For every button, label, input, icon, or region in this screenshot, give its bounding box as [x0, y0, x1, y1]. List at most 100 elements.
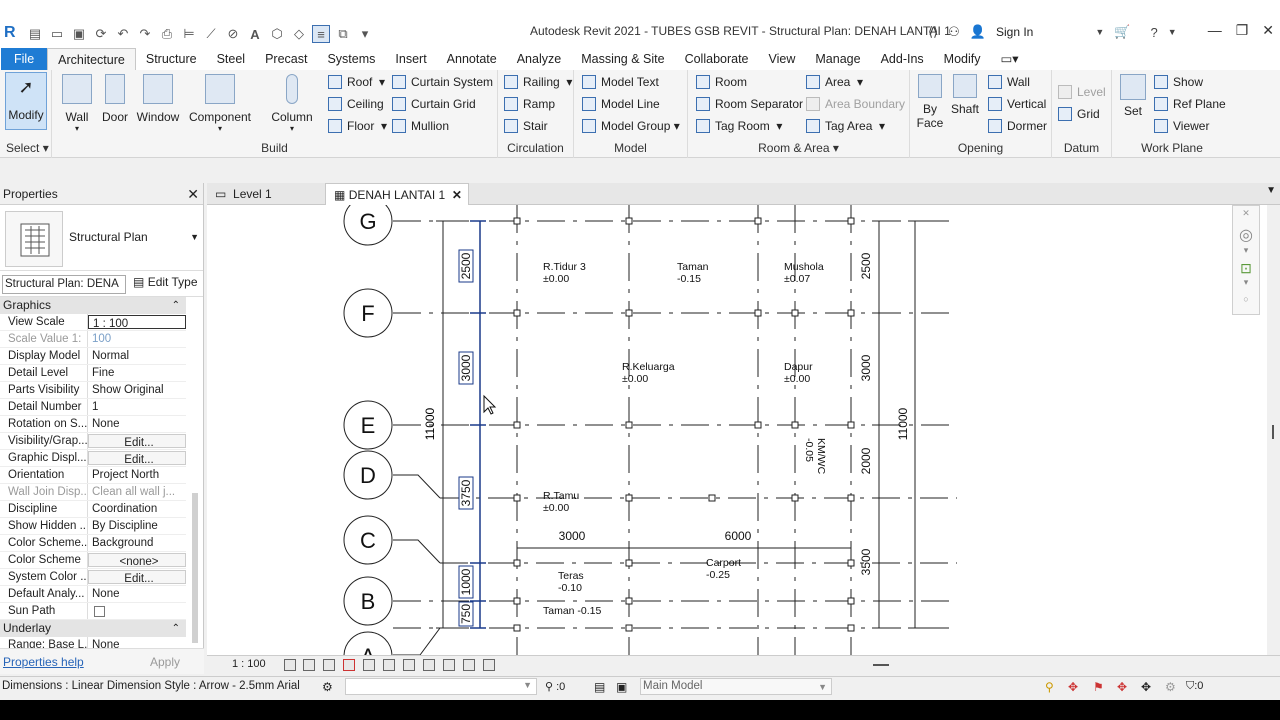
- apply-button[interactable]: Apply: [150, 655, 180, 669]
- tab-denah-lantai-1[interactable]: ▦ DENAH LANTAI 1 ✕: [325, 183, 469, 205]
- prop-row-orientation[interactable]: Orientation Project North: [0, 467, 186, 484]
- measure-icon[interactable]: ⊨: [180, 25, 198, 43]
- by-face-button[interactable]: By Face: [914, 74, 946, 130]
- open-icon[interactable]: ▭: [48, 25, 66, 43]
- editable-only-icon[interactable]: ▤: [594, 680, 607, 694]
- tab-file[interactable]: File: [1, 48, 48, 70]
- ramp-button[interactable]: Ramp: [504, 94, 555, 114]
- sign-in-dropdown-icon[interactable]: ▼: [1095, 27, 1104, 37]
- instance-filter-select[interactable]: Structural Plan: DENA: [2, 275, 126, 294]
- worksets-icon[interactable]: ⚙: [322, 680, 335, 694]
- collapse-icon[interactable]: ⌃: [172, 620, 180, 637]
- prop-row-show-hidden[interactable]: Show Hidden ... By Discipline: [0, 518, 186, 535]
- prop-row-detail-level[interactable]: Detail Level Fine: [0, 365, 186, 382]
- modify-button[interactable]: ➚ Modify: [5, 72, 47, 130]
- section-icon[interactable]: ◇: [290, 25, 308, 43]
- zoom-region-icon[interactable]: ⊡: [1233, 260, 1259, 277]
- mullion-button[interactable]: Mullion: [392, 116, 449, 136]
- select-pinned-icon[interactable]: ⚑: [1093, 680, 1106, 694]
- room-area-panel-label[interactable]: Room & Area ▾: [688, 141, 909, 155]
- shaft-button[interactable]: Shaft: [948, 74, 982, 116]
- close-window-icon[interactable]: ✕: [1262, 22, 1274, 39]
- text-icon[interactable]: A: [246, 25, 264, 43]
- ribbon-options-icon[interactable]: ▭▾: [991, 48, 1029, 70]
- component-button[interactable]: Component ▾: [188, 74, 252, 133]
- reveal-hidden-icon[interactable]: [443, 659, 455, 671]
- customize-qat-icon[interactable]: ▾: [356, 25, 374, 43]
- model-group-button[interactable]: Model Group ▾: [582, 116, 680, 136]
- save-icon[interactable]: ▣: [70, 25, 88, 43]
- tab-insert[interactable]: Insert: [385, 48, 436, 70]
- model-line-button[interactable]: Model Line: [582, 94, 660, 114]
- prop-value[interactable]: Coordination: [88, 501, 186, 517]
- properties-help-link[interactable]: Properties help: [3, 655, 84, 669]
- scroll-thumb-horizontal[interactable]: [873, 664, 889, 666]
- sign-in-link[interactable]: Sign In: [996, 25, 1033, 39]
- tab-level-1[interactable]: ▭ Level 1: [207, 183, 325, 205]
- prop-value[interactable]: None: [88, 416, 186, 432]
- wheel-dropdown-icon[interactable]: ▾: [1233, 245, 1259, 256]
- color-scheme-button[interactable]: <none>: [88, 553, 186, 567]
- design-options-icon[interactable]: ▣: [616, 680, 629, 694]
- search-nav-icon[interactable]: ⟨⟩: [928, 24, 938, 40]
- analytical-model-icon[interactable]: [463, 659, 475, 671]
- type-dropdown-icon[interactable]: ▼: [190, 232, 199, 242]
- prop-row-parts-visibility[interactable]: Parts Visibility Show Original: [0, 382, 186, 399]
- crop-view-icon[interactable]: [363, 659, 375, 671]
- steering-wheel-icon[interactable]: ◎: [1233, 225, 1259, 245]
- edit-button[interactable]: Edit...: [88, 451, 186, 465]
- column-button[interactable]: Column ▾: [268, 74, 316, 133]
- properties-scrollbar[interactable]: [192, 493, 198, 643]
- zoom-dropdown-icon[interactable]: ▾: [1233, 277, 1259, 288]
- prop-row-rotation[interactable]: Rotation on S... None: [0, 416, 186, 433]
- group-graphics[interactable]: Graphics ⌃: [0, 297, 186, 314]
- show-crop-region-icon[interactable]: [383, 659, 395, 671]
- prop-value[interactable]: Show Original: [88, 382, 186, 398]
- room-button[interactable]: Room: [696, 72, 747, 92]
- door-button[interactable]: Door: [100, 74, 130, 124]
- prop-row-display-model[interactable]: Display Model Normal: [0, 348, 186, 365]
- drag-elements-icon[interactable]: ✥: [1141, 680, 1154, 694]
- dimension-icon[interactable]: ⟋: [202, 25, 220, 43]
- area-boundary-button[interactable]: Area Boundary: [806, 94, 905, 114]
- ref-plane-button[interactable]: Ref Plane: [1154, 94, 1226, 114]
- nav-bar-grip-icon[interactable]: ○: [1233, 294, 1259, 304]
- window-button[interactable]: Window: [136, 74, 180, 124]
- prop-value[interactable]: None: [88, 586, 186, 602]
- roof-button[interactable]: Roof ▾: [328, 72, 385, 92]
- show-button[interactable]: Show: [1154, 72, 1203, 92]
- curtain-system-button[interactable]: Curtain System: [392, 72, 493, 92]
- vertical-scrollbar[interactable]: [1268, 205, 1280, 655]
- tab-steel[interactable]: Steel: [207, 48, 256, 70]
- level-button[interactable]: Level: [1058, 82, 1106, 102]
- close-nav-icon[interactable]: ✕: [1233, 208, 1259, 219]
- tag-area-button[interactable]: Tag Area ▾: [806, 116, 885, 136]
- edit-button[interactable]: Edit...: [88, 434, 186, 448]
- railing-button[interactable]: Railing ▾: [504, 72, 572, 92]
- ceiling-button[interactable]: Ceiling: [328, 94, 384, 114]
- tab-precast[interactable]: Precast: [255, 48, 317, 70]
- set-button[interactable]: Set: [1116, 74, 1150, 118]
- help-dropdown-icon[interactable]: ▼: [1168, 27, 1177, 37]
- select-underlay-icon[interactable]: ✥: [1068, 680, 1081, 694]
- room-separator-button[interactable]: Room Separator: [696, 94, 803, 114]
- design-option-select[interactable]: Main Model ▼: [640, 678, 832, 695]
- grid-button[interactable]: Grid: [1058, 104, 1100, 124]
- tab-annotate[interactable]: Annotate: [437, 48, 507, 70]
- binoculars-icon[interactable]: ⚇: [948, 24, 960, 40]
- tab-architecture[interactable]: Architecture: [47, 48, 136, 70]
- minimize-icon[interactable]: —: [1208, 22, 1222, 39]
- tab-manage[interactable]: Manage: [805, 48, 870, 70]
- print-icon[interactable]: ⎙: [158, 25, 176, 43]
- type-selector[interactable]: Structural Plan ▼: [0, 205, 203, 271]
- cart-icon[interactable]: 🛒: [1114, 24, 1130, 40]
- undo-icon[interactable]: ↶: [114, 25, 132, 43]
- tag-icon[interactable]: ⊘: [224, 25, 242, 43]
- tab-systems[interactable]: Systems: [317, 48, 385, 70]
- select-links-icon[interactable]: ⚲: [1045, 680, 1058, 694]
- help-icon[interactable]: ?: [1150, 25, 1157, 40]
- wall-button[interactable]: Wall ▾: [60, 74, 94, 133]
- drawing-canvas[interactable]: G F E D C B A 11000: [207, 205, 1267, 655]
- tab-analyze[interactable]: Analyze: [507, 48, 571, 70]
- sun-path-checkbox[interactable]: [94, 606, 105, 617]
